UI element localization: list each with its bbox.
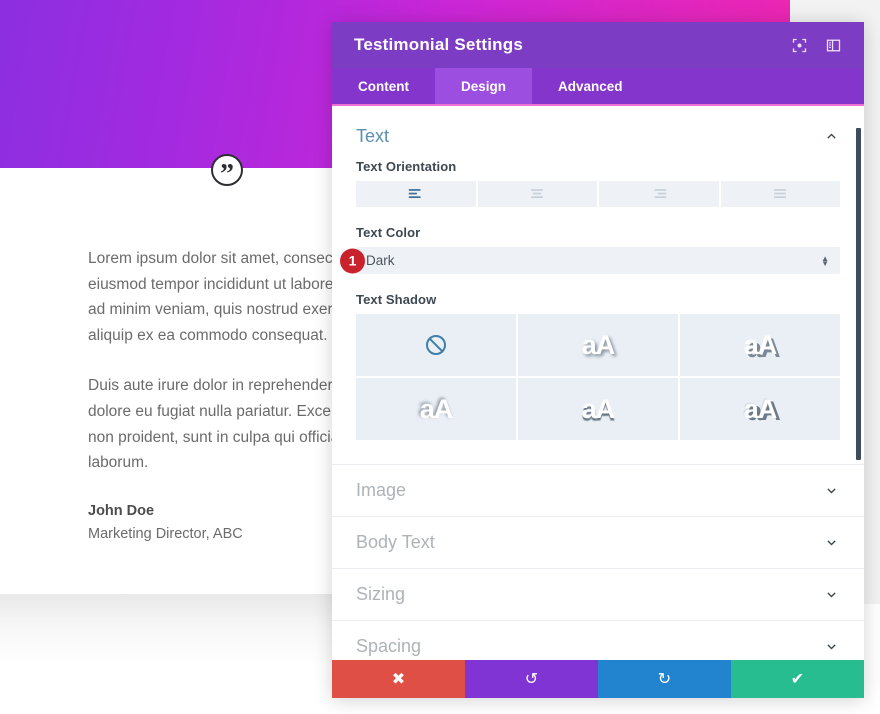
step-badge-1: 1 (340, 248, 365, 273)
modal-footer: ✖ ↺ ↻ ✔ (332, 660, 864, 698)
section-spacing-title: Spacing (356, 636, 422, 656)
select-stepper-arrows[interactable]: ▲ ▼ (821, 254, 829, 267)
close-icon: ✖ (391, 671, 406, 688)
modal-header: Testimonial Settings (332, 22, 864, 68)
shadow-sample-text: aA (581, 393, 616, 424)
tab-content[interactable]: Content (332, 68, 435, 104)
modal-body: Text Text Orientation Text Color 1 Dark … (332, 106, 864, 660)
section-body-text-title: Body Text (356, 532, 435, 552)
text-shadow-options: aA aA aA aA aA (356, 314, 840, 440)
field-text-shadow: Text Shadow aA aA aA aA aA (332, 274, 864, 440)
modal-title: Testimonial Settings (354, 35, 523, 54)
section-text-header[interactable]: Text (332, 106, 864, 153)
text-orientation-options (356, 181, 840, 207)
shadow-sample-text: aA (419, 393, 454, 424)
align-right-icon[interactable] (599, 181, 719, 207)
save-button[interactable]: ✔ (731, 660, 864, 698)
shadow-sample-text: aA (743, 393, 778, 424)
modal-tab-bar: Content Design Advanced (332, 68, 864, 106)
field-text-orientation: Text Orientation (332, 153, 864, 207)
field-text-color: Text Color 1 Dark ▲ ▼ (332, 207, 864, 274)
chevron-down-icon[interactable] (822, 534, 840, 552)
section-body-text[interactable]: Body Text (332, 516, 864, 568)
shadow-soft-down-option[interactable]: aA (518, 314, 678, 376)
tab-advanced[interactable]: Advanced (532, 68, 649, 104)
shadow-bottom-tight-option[interactable]: aA (518, 378, 678, 440)
section-sizing[interactable]: Sizing (332, 568, 864, 620)
chevron-up-icon[interactable] (822, 128, 840, 146)
section-image-title: Image (356, 480, 407, 500)
chevron-down-icon[interactable] (822, 586, 840, 604)
section-image[interactable]: Image (332, 464, 864, 516)
align-justify-icon[interactable] (720, 181, 840, 207)
scrollbar-thumb[interactable] (856, 128, 861, 460)
shadow-double-option[interactable]: aA (680, 378, 840, 440)
panel-layout-icon[interactable] (820, 32, 846, 58)
no-shadow-icon (426, 335, 446, 355)
section-spacing[interactable]: Spacing (332, 620, 864, 660)
focus-target-icon[interactable] (786, 32, 812, 58)
redo-icon: ↻ (657, 671, 672, 688)
shadow-sample-text: aA (581, 329, 616, 360)
align-center-icon[interactable] (477, 181, 597, 207)
shadow-upper-left-option[interactable]: aA (356, 378, 516, 440)
chevron-down-icon[interactable] (822, 638, 840, 656)
text-orientation-label: Text Orientation (356, 159, 457, 174)
text-color-select[interactable]: 1 Dark ▲ ▼ (340, 247, 840, 274)
shadow-hard-down-option[interactable]: aA (680, 314, 840, 376)
check-icon: ✔ (790, 671, 805, 688)
redo-button[interactable]: ↻ (598, 660, 731, 698)
text-shadow-label: Text Shadow (356, 292, 437, 307)
settings-scroll-area: Text Text Orientation Text Color 1 Dark … (332, 106, 864, 660)
text-color-value: Dark (366, 253, 395, 268)
testimonial-settings-modal: Testimonial Settings Content Design Adva… (332, 22, 864, 698)
section-sizing-title: Sizing (356, 584, 406, 604)
shadow-none-option[interactable] (356, 314, 516, 376)
collapsed-sections: Image Body Text Sizing Spacing (332, 464, 864, 660)
section-text: Text Text Orientation Text Color 1 Dark … (332, 106, 864, 446)
tab-design[interactable]: Design (435, 68, 533, 104)
undo-button[interactable]: ↺ (465, 660, 598, 698)
cancel-button[interactable]: ✖ (332, 660, 465, 698)
section-text-title: Text (356, 126, 390, 146)
chevron-down-icon[interactable] (822, 482, 840, 500)
text-color-label: Text Color (356, 225, 421, 240)
align-left-icon[interactable] (356, 181, 476, 207)
undo-icon: ↺ (524, 671, 539, 688)
settings-scrollbar[interactable] (853, 106, 863, 660)
quote-icon: ” (211, 154, 243, 189)
shadow-sample-text: aA (743, 329, 778, 360)
